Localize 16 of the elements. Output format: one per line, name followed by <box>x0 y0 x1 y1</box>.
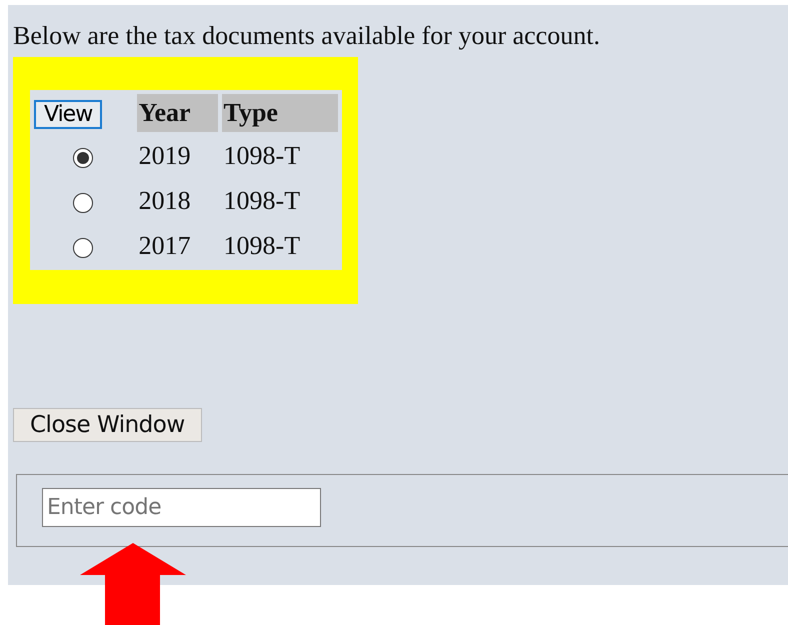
table-cell-text: 1098-T <box>222 184 302 217</box>
arrow-icon <box>80 543 186 625</box>
close-window-button[interactable]: Close Window <box>13 408 202 442</box>
radio-button[interactable] <box>73 238 94 258</box>
intro-text: Below are the tax documents available for your account. <box>13 20 601 52</box>
radio-button[interactable] <box>73 193 94 214</box>
table-cell-text: 2019 <box>138 140 192 172</box>
table-cell-text: 1098-T <box>222 140 302 172</box>
view-button[interactable]: View <box>34 100 102 128</box>
radio-button[interactable] <box>73 148 94 168</box>
code-input-field[interactable]: Enter code <box>42 488 321 527</box>
column-header: Type <box>222 94 338 132</box>
table-cell-text: 2017 <box>138 230 192 262</box>
table-cell-text: 2018 <box>138 184 192 217</box>
table-cell-text: 1098-T <box>222 230 302 262</box>
column-header: Year <box>136 94 218 132</box>
